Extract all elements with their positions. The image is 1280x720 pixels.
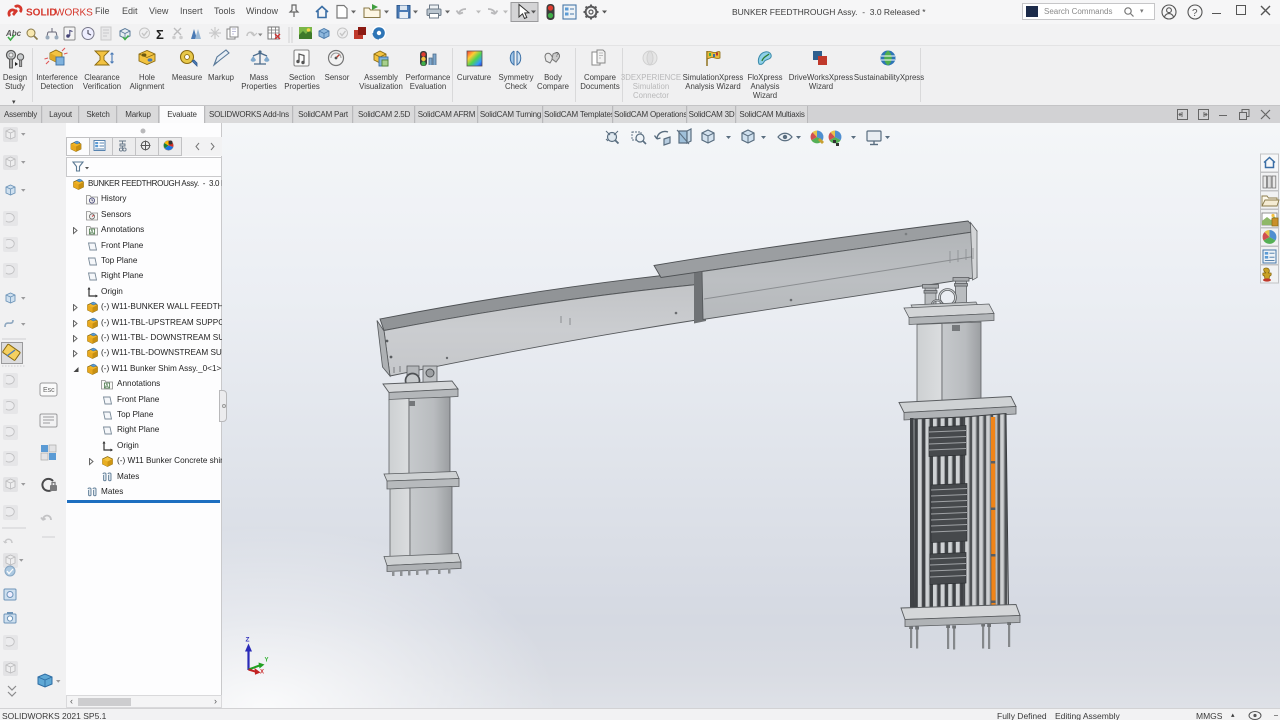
svg-text:?: ? bbox=[555, 52, 559, 59]
svg-text:Y: Y bbox=[265, 658, 269, 664]
svg-text:Z: Z bbox=[246, 637, 250, 644]
svg-text:X: X bbox=[260, 670, 264, 676]
